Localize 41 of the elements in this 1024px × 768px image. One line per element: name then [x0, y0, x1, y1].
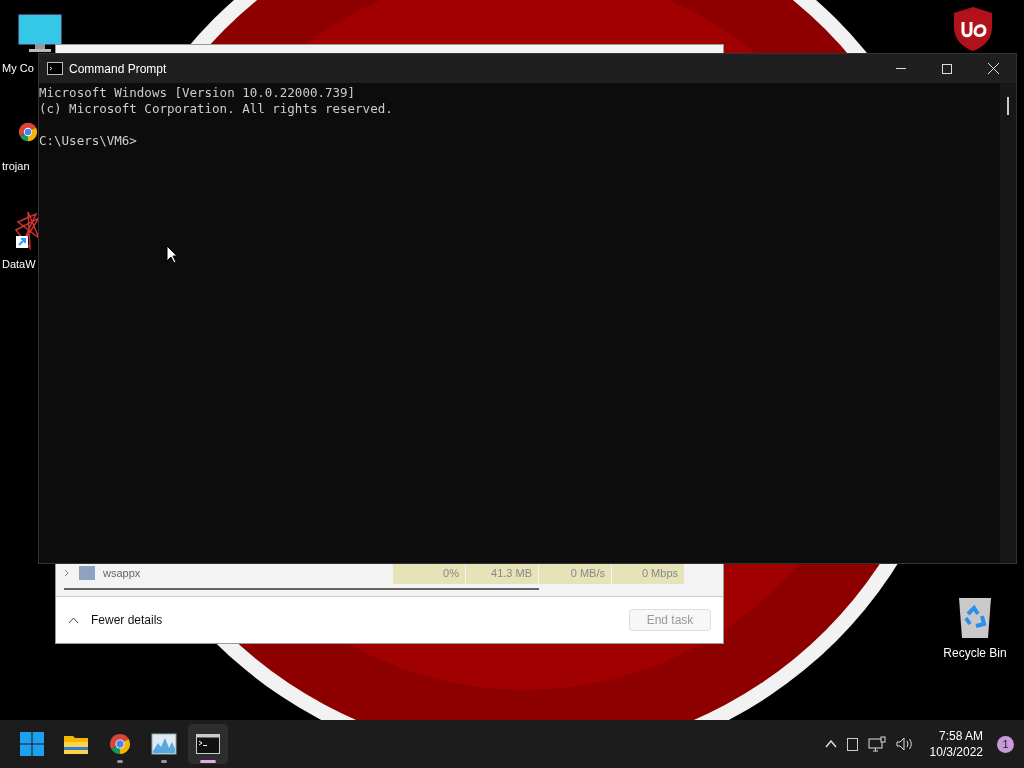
- usage-cell: 0 Mbps: [612, 562, 684, 584]
- chevron-up-icon[interactable]: [68, 616, 79, 624]
- minimize-icon: [896, 68, 906, 69]
- terminal-icon[interactable]: [196, 734, 220, 754]
- chrome-icon: [109, 733, 131, 755]
- desktop-icon-label[interactable]: trojan: [2, 158, 30, 175]
- shield-logo-icon: [952, 6, 994, 52]
- usage-cell: 0%: [393, 562, 465, 584]
- desktop-icon-label[interactable]: DataW: [2, 256, 36, 273]
- usage-cell: 0 MB/s: [539, 562, 611, 584]
- maximize-icon: [942, 63, 952, 74]
- running-indicator: [161, 760, 167, 763]
- notification-badge[interactable]: 1: [997, 735, 1014, 753]
- process-name: wsappx: [103, 565, 142, 581]
- command-prompt: C:\Users\VM6>: [39, 133, 137, 149]
- recycle-bin-icon: [956, 596, 994, 640]
- network-icon[interactable]: [867, 736, 886, 752]
- tablet-icon[interactable]: [846, 737, 858, 751]
- console-line: (c) Microsoft Corporation. All rights reserved.: [39, 101, 393, 117]
- process-icon: [79, 566, 95, 580]
- window-title: Command Prompt: [69, 60, 167, 78]
- speaker-icon[interactable]: [895, 737, 914, 751]
- close-icon: [987, 63, 999, 74]
- running-indicator: [117, 760, 123, 763]
- clock-date[interactable]: 10/3/2022: [929, 744, 983, 760]
- desktop-icon-label[interactable]: Recycle Bin: [943, 644, 1007, 662]
- folder-icon[interactable]: [63, 733, 89, 755]
- console-line: Microsoft Windows [Version 10.0.22000.739]: [39, 85, 356, 101]
- desktop-icon-label[interactable]: My Co: [2, 60, 34, 77]
- taskbar-app-button[interactable]: [188, 724, 228, 764]
- usage-cell: 41.3 MB: [466, 562, 538, 584]
- scrollbar[interactable]: [1000, 83, 1016, 563]
- fewer-details-link[interactable]: Fewer details: [91, 611, 163, 629]
- chevron-right-icon[interactable]: [64, 569, 69, 577]
- clock-time[interactable]: 7:58 AM: [938, 728, 983, 744]
- running-indicator: [200, 760, 216, 763]
- performance-chart-icon[interactable]: [151, 733, 177, 755]
- terminal-icon: [47, 62, 63, 75]
- chrome-icon: [18, 122, 38, 142]
- mouse-pointer-icon: [166, 245, 178, 264]
- scrollbar[interactable]: [64, 588, 539, 590]
